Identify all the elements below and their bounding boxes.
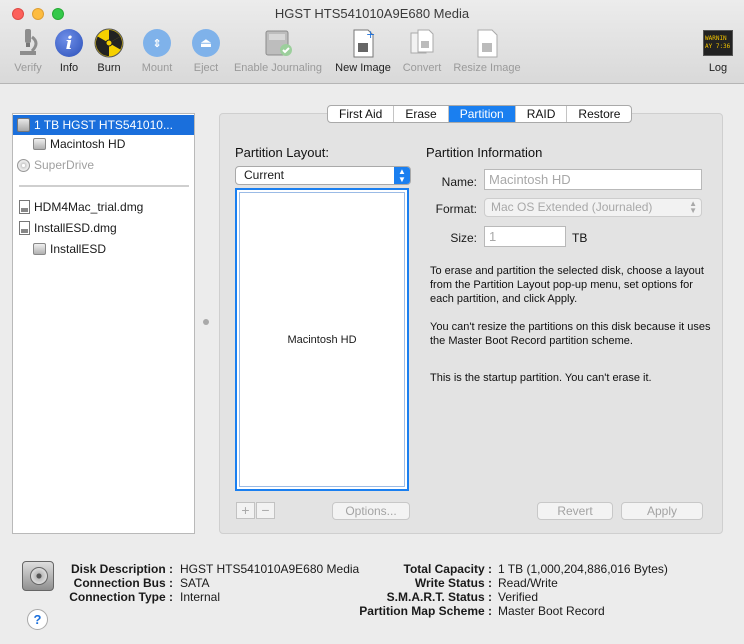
total-capacity-key: Total Capacity :	[403, 562, 492, 576]
sidebar-item-macintosh-hd[interactable]: Macintosh HD	[33, 134, 125, 154]
apply-button[interactable]: Apply	[621, 502, 703, 520]
tab-first-aid[interactable]: First Aid	[328, 106, 395, 122]
tab-partition[interactable]: Partition	[448, 106, 516, 122]
disk-image-icon	[19, 200, 30, 214]
volume-icon	[33, 138, 46, 150]
new-image-icon: +	[331, 26, 395, 60]
tab-erase[interactable]: Erase	[394, 106, 449, 122]
partition-info-title: Partition Information	[426, 145, 543, 160]
burn-button[interactable]: Burn	[92, 26, 126, 74]
split-view-handle[interactable]	[203, 319, 209, 325]
window-title: HGST HTS541010A9E680 Media	[274, 6, 470, 21]
partition-map-scheme-key: Partition Map Scheme :	[359, 604, 492, 618]
write-status-key: Write Status :	[414, 576, 492, 590]
write-status-value: Read/Write	[498, 576, 558, 590]
verify-button[interactable]: Verify	[8, 26, 48, 74]
disk-utility-window: HGST HTS541010A9E680 Media Verify i Info…	[0, 0, 744, 644]
format-popup[interactable]: Mac OS Extended (Journaled) ▲ ▼	[484, 198, 702, 217]
sidebar-item-hdm4mac-dmg[interactable]: HDM4Mac_trial.dmg	[19, 197, 143, 217]
hard-disk-icon	[17, 118, 30, 132]
toolbar: HGST HTS541010A9E680 Media Verify i Info…	[0, 0, 744, 84]
sidebar-item-installesd[interactable]: InstallESD	[33, 239, 106, 259]
size-label: Size:	[450, 231, 477, 245]
connection-type-value: Internal	[180, 590, 221, 604]
partition-block-macintosh-hd[interactable]: Macintosh HD	[239, 192, 405, 487]
smart-status-value: Verified	[498, 590, 539, 604]
partition-map-scheme-value: Master Boot Record	[498, 604, 605, 618]
smart-status-key: S.M.A.R.T. Status :	[386, 590, 492, 604]
partition-instructions: To erase and partition the selected disk…	[430, 265, 704, 305]
mount-icon: ⇕	[143, 29, 171, 57]
partition-layout-map[interactable]: Macintosh HD	[235, 188, 409, 491]
name-label: Name:	[441, 175, 477, 189]
partition-layout-popup[interactable]: Current ▲ ▼	[235, 166, 411, 185]
size-field[interactable]: 1	[484, 226, 566, 247]
tab-bar: First Aid Erase Partition RAID Restore	[327, 105, 633, 123]
remove-partition-button[interactable]: −	[256, 502, 275, 519]
sidebar-item-disk[interactable]: 1 TB HGST HTS541010...	[13, 115, 194, 135]
log-button[interactable]: WARNIN AY 7:36 Log	[700, 26, 736, 74]
tab-restore[interactable]: Restore	[567, 106, 631, 122]
volume-icon	[33, 243, 46, 255]
add-partition-button[interactable]: +	[236, 502, 255, 519]
partition-layout-label: Partition Layout:	[235, 145, 329, 160]
disk-list[interactable]: 1 TB HGST HTS541010... Macintosh HD Supe…	[12, 113, 195, 534]
connection-bus-key: Connection Bus :	[73, 576, 173, 590]
info-button[interactable]: i Info	[52, 26, 86, 74]
sidebar-item-superdrive[interactable]: SuperDrive	[17, 155, 94, 175]
connection-type-key: Connection Type :	[69, 590, 173, 604]
eject-icon: ⏏	[192, 29, 220, 57]
resize-image-button[interactable]: Resize Image	[450, 26, 524, 74]
convert-icon	[398, 26, 446, 60]
journaling-icon	[228, 26, 328, 60]
enable-journaling-button[interactable]: Enable Journaling	[228, 26, 328, 74]
resize-image-icon	[450, 26, 524, 60]
name-field[interactable]: Macintosh HD	[484, 169, 702, 190]
optical-drive-icon	[17, 158, 30, 172]
svg-text:+: +	[366, 28, 375, 41]
new-image-button[interactable]: + New Image	[331, 26, 395, 74]
disk-image-icon	[19, 221, 30, 235]
sidebar-separator	[19, 185, 189, 187]
sidebar-item-installesd-dmg[interactable]: InstallESD.dmg	[19, 218, 117, 238]
revert-button[interactable]: Revert	[537, 502, 613, 520]
options-button[interactable]: Options...	[332, 502, 410, 520]
connection-bus-value: SATA	[180, 576, 210, 590]
tab-raid[interactable]: RAID	[516, 106, 568, 122]
format-label: Format:	[435, 202, 477, 216]
microscope-icon	[8, 26, 48, 60]
convert-button[interactable]: Convert	[398, 26, 446, 74]
mount-button[interactable]: ⇕ Mount	[136, 26, 178, 74]
eject-button[interactable]: ⏏ Eject	[186, 26, 226, 74]
burn-icon	[92, 26, 126, 60]
disk-description-key: Disk Description :	[70, 562, 173, 576]
startup-warning: This is the startup partition. You can't…	[430, 372, 652, 384]
help-button[interactable]: ?	[27, 609, 48, 630]
log-icon: WARNIN AY 7:36	[700, 26, 736, 60]
popup-arrows-icon: ▲ ▼	[689, 199, 697, 215]
popup-arrows-icon: ▲ ▼	[394, 167, 410, 184]
total-capacity-value: 1 TB (1,000,204,886,016 Bytes)	[498, 562, 668, 576]
resize-warning: You can't resize the partitions on this …	[430, 321, 711, 347]
info-icon: i	[55, 29, 83, 57]
size-unit: TB	[572, 231, 588, 245]
